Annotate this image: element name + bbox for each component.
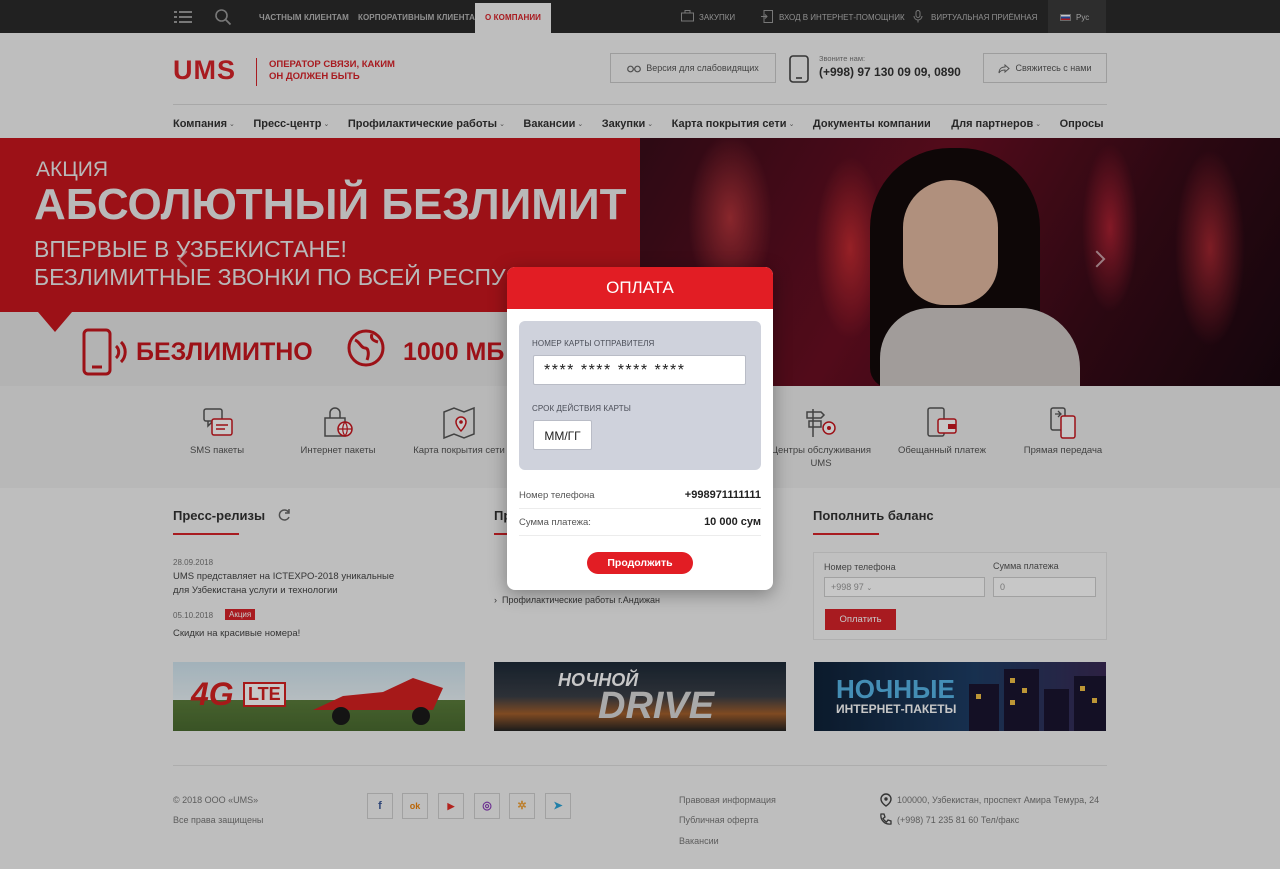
payment-modal: ОПЛАТА Номер карты отправителя **** ****… (507, 267, 773, 590)
card-details-box: Номер карты отправителя **** **** **** *… (519, 321, 761, 470)
payment-phone-label: Номер телефона (519, 490, 595, 501)
continue-button[interactable]: Продолжить (587, 552, 693, 574)
payment-phone-row: Номер телефона +998971111111 (519, 482, 761, 509)
card-expiry-label: Срок действия карты (532, 404, 631, 413)
payment-amount-label: Сумма платежа: (519, 517, 591, 528)
card-expiry-input[interactable]: ММ/ГГ (533, 420, 592, 450)
payment-modal-title: ОПЛАТА (507, 267, 773, 309)
payment-amount-row: Сумма платежа: 10 000 сум (519, 509, 761, 536)
payment-amount-value: 10 000 сум (704, 516, 761, 528)
card-number-input[interactable]: **** **** **** **** (533, 355, 746, 385)
card-number-label: Номер карты отправителя (532, 339, 655, 348)
payment-phone-value: +998971111111 (684, 489, 761, 501)
